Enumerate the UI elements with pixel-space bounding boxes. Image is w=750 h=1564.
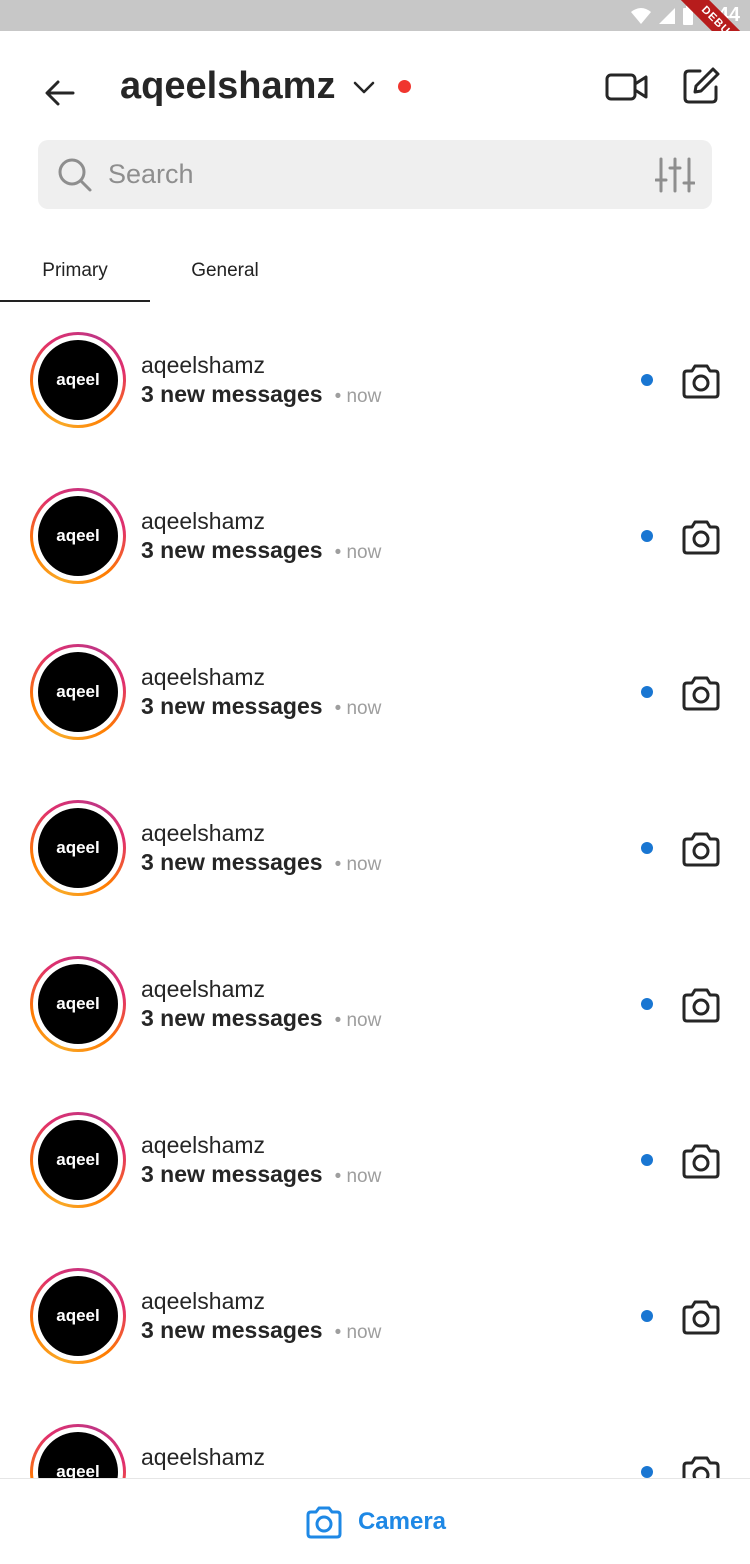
thread-time: • now bbox=[334, 698, 382, 719]
story-ring[interactable]: aqeel bbox=[30, 800, 126, 896]
thread-item[interactable]: aqeel aqeelshamz 3 new messages • now bbox=[0, 614, 750, 770]
unread-dot bbox=[641, 998, 653, 1010]
thread-message: 3 new messages bbox=[141, 1161, 323, 1187]
header: aqeelshamz bbox=[0, 31, 750, 141]
thread-item[interactable]: aqeel aqeelshamz 3 new messages • now bbox=[0, 302, 750, 458]
chevron-down-icon[interactable] bbox=[350, 73, 378, 101]
thread-preview: 3 new messages • now bbox=[141, 1317, 381, 1344]
thread-camera-button[interactable] bbox=[679, 1141, 723, 1181]
story-ring[interactable]: aqeel bbox=[30, 956, 126, 1052]
inbox-tabs: Primary General bbox=[0, 240, 750, 302]
thread-time: • now bbox=[334, 1010, 382, 1031]
tab-general[interactable]: General bbox=[150, 240, 300, 302]
thread-list[interactable]: aqeel aqeelshamz 3 new messages • now aqeel a… bbox=[0, 302, 750, 1478]
thread-item[interactable]: aqeel aqeelshamz 3 new messages • now bbox=[0, 1238, 750, 1394]
bottom-bar: Camera bbox=[0, 1478, 750, 1564]
thread-item[interactable]: aqeelaqeelshamz3 new messages• now bbox=[0, 1394, 750, 1478]
thread-preview: 3 new messages • now bbox=[141, 1161, 381, 1188]
thread-preview: 3 new messages • now bbox=[141, 1005, 381, 1032]
thread-time: • now bbox=[334, 386, 382, 407]
thread-camera-button[interactable] bbox=[679, 1297, 723, 1337]
unread-dot bbox=[641, 1466, 653, 1478]
story-ring[interactable]: aqeel bbox=[30, 1268, 126, 1364]
unread-dot bbox=[641, 1154, 653, 1166]
thread-message: 3 new messages bbox=[141, 1005, 323, 1031]
signal-icon bbox=[658, 7, 675, 24]
thread-time: • now bbox=[334, 1322, 382, 1343]
thread-camera-button[interactable] bbox=[679, 517, 723, 557]
search-box bbox=[38, 140, 712, 209]
avatar: aqeel bbox=[38, 1120, 118, 1200]
thread-item[interactable]: aqeel aqeelshamz 3 new messages • now bbox=[0, 458, 750, 614]
avatar: aqeel bbox=[38, 340, 118, 420]
thread-username: aqeelshamz bbox=[141, 352, 266, 378]
video-camera-icon[interactable] bbox=[604, 67, 650, 107]
camera-icon bbox=[306, 1506, 342, 1539]
story-ring[interactable]: aqeel bbox=[30, 1424, 126, 1478]
unread-dot bbox=[641, 842, 653, 854]
story-ring[interactable]: aqeel bbox=[30, 1112, 126, 1208]
thread-message: 3 new messages bbox=[141, 849, 323, 875]
active-status-dot bbox=[398, 80, 411, 93]
camera-icon bbox=[682, 676, 720, 711]
story-ring[interactable]: aqeel bbox=[30, 488, 126, 584]
back-button[interactable] bbox=[40, 75, 80, 111]
thread-camera-button[interactable] bbox=[679, 1453, 723, 1478]
thread-item[interactable]: aqeel aqeelshamz 3 new messages • now bbox=[0, 926, 750, 1082]
thread-time: • now bbox=[334, 854, 382, 875]
avatar: aqeel bbox=[38, 1276, 118, 1356]
thread-message: 3 new messages bbox=[141, 693, 323, 719]
thread-item[interactable]: aqeel aqeelshamz 3 new messages • now bbox=[0, 1082, 750, 1238]
avatar: aqeel bbox=[38, 496, 118, 576]
thread-message: 3 new messages bbox=[141, 381, 323, 407]
thread-time: • now bbox=[334, 1166, 382, 1187]
avatar: aqeel bbox=[38, 808, 118, 888]
tab-primary[interactable]: Primary bbox=[0, 240, 150, 302]
thread-preview: 3 new messages • now bbox=[141, 693, 381, 720]
thread-camera-button[interactable] bbox=[679, 673, 723, 713]
unread-dot bbox=[641, 530, 653, 542]
camera-icon bbox=[682, 364, 720, 399]
story-ring[interactable]: aqeel bbox=[30, 332, 126, 428]
back-arrow-icon bbox=[45, 80, 75, 106]
thread-username: aqeelshamz bbox=[141, 664, 266, 690]
wifi-icon bbox=[630, 7, 651, 24]
unread-dot bbox=[641, 374, 653, 386]
unread-dot bbox=[641, 1310, 653, 1322]
avatar: aqeel bbox=[38, 964, 118, 1044]
thread-username: aqeelshamz bbox=[141, 820, 266, 846]
thread-username: aqeelshamz bbox=[141, 1132, 266, 1158]
avatar: aqeel bbox=[38, 652, 118, 732]
thread-camera-button[interactable] bbox=[679, 985, 723, 1025]
thread-username: aqeelshamz bbox=[141, 1444, 266, 1470]
story-ring[interactable]: aqeel bbox=[30, 644, 126, 740]
thread-camera-button[interactable] bbox=[679, 361, 723, 401]
thread-preview: 3 new messages • now bbox=[141, 381, 381, 408]
thread-preview: 3 new messages • now bbox=[141, 849, 381, 876]
filter-sliders-icon[interactable] bbox=[655, 156, 695, 194]
thread-item[interactable]: aqeel aqeelshamz 3 new messages • now bbox=[0, 770, 750, 926]
compose-icon[interactable] bbox=[680, 65, 722, 107]
thread-message: 3 new messages bbox=[141, 1317, 323, 1343]
camera-icon bbox=[682, 832, 720, 867]
thread-time: • now bbox=[334, 542, 382, 563]
camera-icon bbox=[682, 1144, 720, 1179]
search-icon bbox=[58, 158, 92, 192]
camera-label: Camera bbox=[357, 1508, 447, 1535]
thread-username: aqeelshamz bbox=[141, 508, 266, 534]
thread-username: aqeelshamz bbox=[141, 1288, 266, 1314]
camera-icon bbox=[682, 988, 720, 1023]
search-input[interactable] bbox=[108, 152, 628, 196]
camera-button[interactable]: Camera bbox=[0, 1479, 750, 1564]
status-bar: 3:44 DEBUG bbox=[0, 0, 750, 31]
camera-icon bbox=[682, 1300, 720, 1335]
camera-icon bbox=[682, 520, 720, 555]
camera-icon bbox=[682, 1456, 720, 1478]
unread-dot bbox=[641, 686, 653, 698]
thread-message: 3 new messages bbox=[141, 537, 323, 563]
thread-camera-button[interactable] bbox=[679, 829, 723, 869]
account-name[interactable]: aqeelshamz bbox=[120, 65, 335, 108]
thread-preview: 3 new messages • now bbox=[141, 537, 381, 564]
thread-username: aqeelshamz bbox=[141, 976, 266, 1002]
